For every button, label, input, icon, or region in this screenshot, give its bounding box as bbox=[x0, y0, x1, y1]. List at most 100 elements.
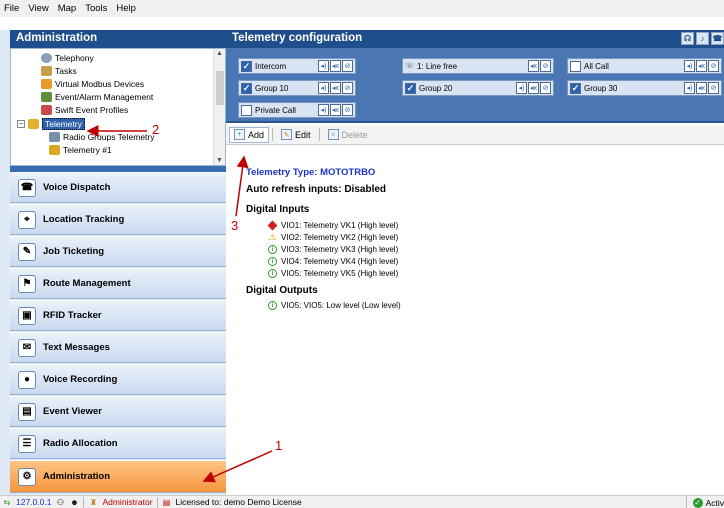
job-ticketing-icon: ✎ bbox=[18, 242, 36, 261]
scroll-down-icon[interactable]: ▼ bbox=[216, 157, 223, 164]
nav-voice-dispatch[interactable]: ☎ Voice Dispatch bbox=[10, 172, 226, 203]
tree-item-virtual-modbus[interactable]: Virtual Modbus Devices bbox=[41, 78, 144, 90]
volume-icon[interactable]: ◂) bbox=[684, 60, 695, 72]
block-icon[interactable]: ⊘ bbox=[708, 60, 719, 72]
nav-administration[interactable]: ⚙ Administration bbox=[10, 460, 226, 493]
volume-icon[interactable]: ◂) bbox=[684, 82, 695, 94]
tree-item-telephony[interactable]: Telephony bbox=[41, 52, 94, 64]
input-text: VIO1: Telemetry VK1 (High level) bbox=[281, 221, 399, 230]
block-icon[interactable]: ⊘ bbox=[540, 82, 551, 94]
tree-item-label: Telemetry #1 bbox=[63, 145, 112, 155]
telemetry-details: Telemetry Type: MOTOTRBO Auto refresh in… bbox=[226, 146, 724, 495]
mute-icon[interactable]: ◂x bbox=[696, 60, 707, 72]
group-line-free[interactable]: ☏ 1: Line free ◂x ⊘ bbox=[402, 58, 554, 74]
warning-icon: ⚠ bbox=[268, 232, 277, 242]
callout-label-3: 3 bbox=[231, 218, 239, 233]
input-row[interactable]: VIO1: Telemetry VK1 (High level) bbox=[267, 220, 399, 231]
checkbox-checked[interactable]: ✓ bbox=[241, 60, 252, 72]
output-row[interactable]: i VIO5: VIO5: Low level (Low level) bbox=[268, 301, 401, 310]
volume-icon[interactable]: ◂) bbox=[516, 82, 527, 94]
tree-scrollbar[interactable]: ▲ ▼ bbox=[213, 49, 225, 165]
right-panel-title: Telemetry configuration ☊ ♪ ☎ bbox=[226, 30, 724, 48]
menu-map[interactable]: Map bbox=[58, 3, 76, 14]
edit-button[interactable]: ✎ Edit bbox=[276, 127, 316, 143]
tree-item-event-alarm[interactable]: Event/Alarm Management bbox=[41, 91, 153, 103]
input-text: VIO4: Telemetry VK4 (High level) bbox=[281, 257, 399, 266]
headset-icon[interactable]: ☊ bbox=[681, 32, 694, 45]
input-row[interactable]: i VIO5: Telemetry VK5 (High level) bbox=[268, 269, 398, 278]
nav-event-viewer[interactable]: ▤ Event Viewer bbox=[10, 396, 226, 427]
nav-location-tracking[interactable]: ⌖ Location Tracking bbox=[10, 204, 226, 235]
license-icon: ▤ bbox=[162, 497, 171, 507]
group-all-call[interactable]: All Call ◂) ◂x ⊘ bbox=[567, 58, 722, 74]
speaker-icon[interactable]: ♪ bbox=[696, 32, 709, 45]
menu-help[interactable]: Help bbox=[116, 3, 136, 14]
mute-icon[interactable]: ◂x bbox=[330, 60, 341, 72]
ok-icon: i bbox=[268, 301, 277, 310]
checkbox-checked[interactable]: ✓ bbox=[241, 82, 252, 94]
checkbox-unchecked[interactable] bbox=[241, 104, 252, 116]
tree-item-radio-groups-telemetry[interactable]: Radio Groups Telemetry bbox=[49, 131, 155, 143]
add-button[interactable]: + Add bbox=[229, 126, 270, 143]
scroll-up-icon[interactable]: ▲ bbox=[216, 50, 223, 57]
group-30[interactable]: ✓ Group 30 ◂) ◂x ⊘ bbox=[567, 80, 722, 96]
menu-bar: File View Map Tools Help bbox=[0, 0, 724, 17]
auto-refresh: Auto refresh inputs: Disabled bbox=[246, 184, 387, 195]
group-10[interactable]: ✓ Group 10 ◂) ◂x ⊘ bbox=[238, 80, 356, 96]
block-icon[interactable]: ⊘ bbox=[342, 82, 353, 94]
mute-icon[interactable]: ◂x bbox=[528, 60, 539, 72]
input-row[interactable]: i VIO3: Telemetry VK3 (High level) bbox=[268, 245, 398, 254]
block-icon[interactable]: ⊘ bbox=[708, 82, 719, 94]
nav-route-management[interactable]: ⚑ Route Management bbox=[10, 268, 226, 299]
delete-button[interactable]: ✕ Delete bbox=[323, 127, 373, 143]
tree-item-tasks[interactable]: Tasks bbox=[41, 65, 77, 77]
digital-outputs-header: Digital Outputs bbox=[246, 285, 318, 296]
group-20[interactable]: ✓ Group 20 ◂) ◂x ⊘ bbox=[402, 80, 554, 96]
mute-icon[interactable]: ◂x bbox=[696, 82, 707, 94]
phone-icon[interactable]: ☎ bbox=[711, 32, 724, 45]
input-row[interactable]: ⚠ VIO2: Telemetry VK2 (High level) bbox=[268, 232, 398, 242]
text-messages-icon: ✉ bbox=[18, 338, 36, 357]
tasks-icon bbox=[41, 66, 52, 76]
input-row[interactable]: i VIO4: Telemetry VK4 (High level) bbox=[268, 257, 398, 266]
menu-tools[interactable]: Tools bbox=[85, 3, 107, 14]
ok-icon: i bbox=[268, 257, 277, 266]
telemetry-type: Telemetry Type: MOTOTRBO bbox=[246, 167, 376, 178]
menu-file[interactable]: File bbox=[4, 3, 19, 14]
nav-radio-allocation[interactable]: ☰ Radio Allocation bbox=[10, 428, 226, 459]
toolbar-separator bbox=[272, 128, 274, 141]
volume-icon[interactable]: ◂) bbox=[318, 60, 329, 72]
route-management-icon: ⚑ bbox=[18, 274, 36, 293]
menu-view[interactable]: View bbox=[28, 3, 48, 14]
connection-icon: ⚇ bbox=[56, 497, 65, 507]
tree-item-swift-event[interactable]: Swift Event Profiles bbox=[41, 104, 128, 116]
block-icon[interactable]: ⊘ bbox=[540, 60, 551, 72]
check-icon: ✓ bbox=[692, 497, 703, 508]
nav-rfid-tracker[interactable]: ▣ RFID Tracker bbox=[10, 300, 226, 331]
mute-icon[interactable]: ◂x bbox=[330, 104, 341, 116]
mute-icon[interactable]: ◂x bbox=[330, 82, 341, 94]
tree-item-label: Radio Groups Telemetry bbox=[63, 132, 155, 142]
alarm-icon bbox=[41, 92, 52, 102]
checkbox-checked[interactable]: ✓ bbox=[570, 82, 581, 94]
toolbar-separator bbox=[318, 128, 320, 141]
tree-item-label: Telemetry bbox=[42, 118, 85, 130]
mute-icon[interactable]: ◂x bbox=[528, 82, 539, 94]
group-private-call[interactable]: Private Call ◂) ◂x ⊘ bbox=[238, 102, 356, 118]
checkbox-unchecked[interactable] bbox=[570, 60, 581, 72]
tree-item-telemetry[interactable]: − Telemetry bbox=[17, 118, 85, 130]
input-text: VIO5: Telemetry VK5 (High level) bbox=[281, 269, 399, 278]
group-intercom[interactable]: ✓ Intercom ◂) ◂x ⊘ bbox=[238, 58, 356, 74]
block-icon[interactable]: ⊘ bbox=[342, 104, 353, 116]
nav-text-messages[interactable]: ✉ Text Messages bbox=[10, 332, 226, 363]
checkbox-checked[interactable]: ✓ bbox=[405, 82, 416, 94]
nav-job-ticketing[interactable]: ✎ Job Ticketing bbox=[10, 236, 226, 267]
volume-icon[interactable]: ◂) bbox=[318, 82, 329, 94]
modbus-icon bbox=[41, 79, 52, 89]
tree-item-telemetry-1[interactable]: Telemetry #1 bbox=[49, 144, 112, 156]
collapse-icon[interactable]: − bbox=[17, 120, 25, 128]
scrollbar-thumb[interactable] bbox=[216, 71, 224, 105]
block-icon[interactable]: ⊘ bbox=[342, 60, 353, 72]
volume-icon[interactable]: ◂) bbox=[318, 104, 329, 116]
nav-voice-recording[interactable]: ● Voice Recording bbox=[10, 364, 226, 395]
